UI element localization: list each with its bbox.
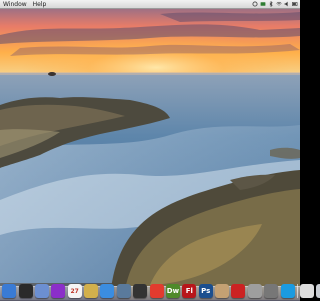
- flash-icon[interactable]: Fl: [182, 284, 197, 298]
- volume-icon[interactable]: [284, 1, 290, 7]
- iphoto-icon[interactable]: [84, 284, 99, 298]
- desktop-wallpaper: [0, 0, 300, 300]
- itunes-store-icon[interactable]: [231, 284, 246, 298]
- app-store-icon[interactable]: [149, 284, 164, 298]
- wifi-icon[interactable]: [276, 1, 282, 7]
- menu-bar: Window Help: [0, 0, 300, 9]
- timemachine-icon[interactable]: [260, 1, 266, 7]
- bluetooth-icon[interactable]: [268, 1, 274, 7]
- trash-icon[interactable]: [316, 284, 320, 298]
- wallpaper-image: [0, 0, 300, 300]
- calendar-icon[interactable]: 27: [67, 284, 82, 298]
- system-preferences-icon[interactable]: [264, 284, 279, 298]
- dock: 27 Dw Fl Ps: [0, 280, 320, 301]
- folder-icon[interactable]: [215, 284, 230, 298]
- dashboard-icon[interactable]: [18, 284, 33, 298]
- camera-icon[interactable]: [133, 284, 148, 298]
- documents-stack-icon[interactable]: [299, 284, 314, 298]
- mail-icon[interactable]: [34, 284, 49, 298]
- menu-bar-left: Window Help: [0, 0, 49, 9]
- preview-icon[interactable]: [116, 284, 131, 298]
- dreamweaver-icon[interactable]: Dw: [165, 284, 180, 298]
- menu-window[interactable]: Window: [0, 0, 30, 9]
- skype-icon[interactable]: [280, 284, 295, 298]
- photoshop-icon[interactable]: Ps: [198, 284, 213, 298]
- menu-bar-status: [252, 1, 300, 7]
- dock-icons: 27 Dw Fl Ps: [0, 280, 320, 300]
- dock-separator: [296, 284, 298, 298]
- finder-icon[interactable]: [2, 284, 17, 298]
- itunes-icon[interactable]: [51, 284, 66, 298]
- acrobat-icon[interactable]: [247, 284, 262, 298]
- menu-help[interactable]: Help: [30, 0, 50, 9]
- battery-icon[interactable]: [292, 1, 298, 7]
- safari-icon[interactable]: [100, 284, 115, 298]
- sync-icon[interactable]: [252, 1, 258, 7]
